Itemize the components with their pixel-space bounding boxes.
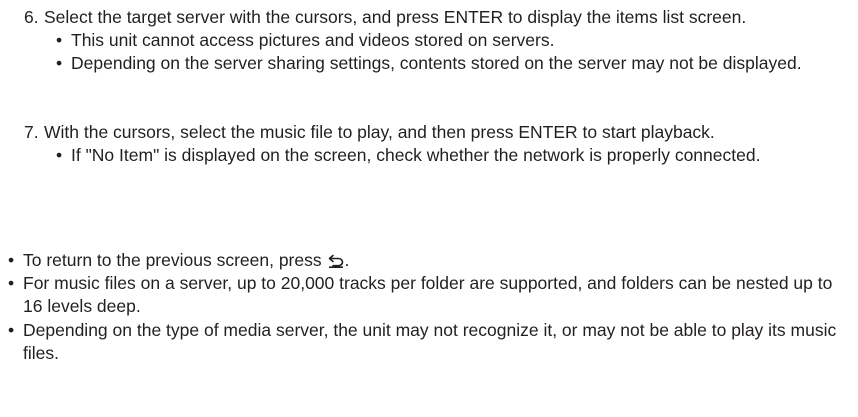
- list-item-return: To return to the previous screen, press …: [8, 249, 848, 272]
- return-note-suffix: .: [344, 250, 350, 270]
- return-icon: [326, 250, 344, 270]
- step-number: 6.: [24, 7, 39, 27]
- step-number: 7.: [24, 122, 39, 142]
- step-6: 6. Select the target server with the cur…: [24, 6, 844, 76]
- step-7: 7. With the cursors, select the music fi…: [24, 121, 844, 168]
- list-item: Depending on the server sharing settings…: [56, 52, 844, 75]
- list-item-folders: For music files on a server, up to 20,00…: [8, 272, 848, 318]
- step-instruction: Select the target server with the cursor…: [44, 7, 747, 27]
- return-note-text: To return to the previous screen, press: [23, 250, 327, 270]
- list-item: If "No Item" is displayed on the screen,…: [56, 144, 844, 167]
- step-7-notes: If "No Item" is displayed on the screen,…: [56, 144, 844, 167]
- manual-page: 6. Select the target server with the cur…: [0, 0, 858, 417]
- step-6-notes: This unit cannot access pictures and vid…: [56, 29, 844, 76]
- list-item-media-server: Depending on the type of media server, t…: [8, 319, 848, 365]
- step-instruction: With the cursors, select the music file …: [44, 122, 715, 142]
- general-notes: To return to the previous screen, press …: [8, 249, 848, 365]
- list-item: This unit cannot access pictures and vid…: [56, 29, 844, 52]
